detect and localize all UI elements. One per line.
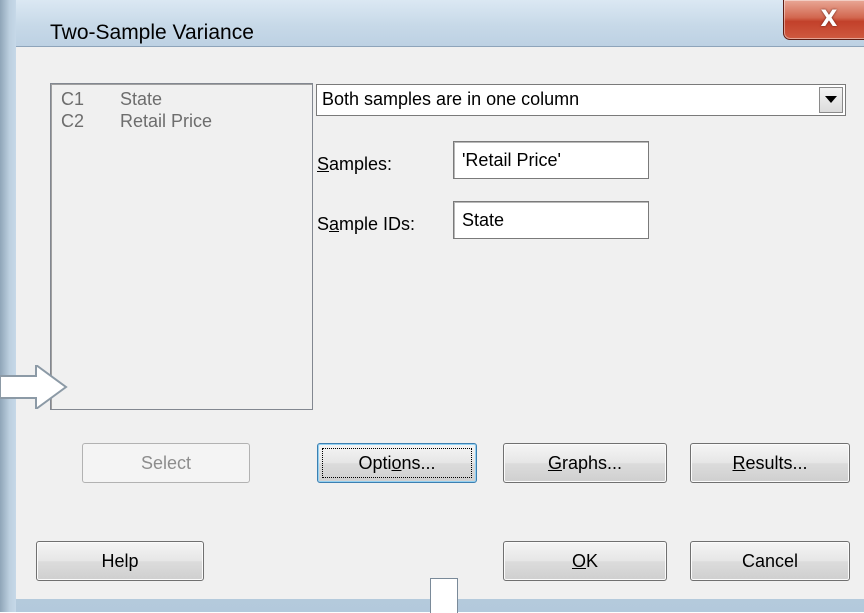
- graphs-button-label: Graphs...: [547, 452, 623, 473]
- help-button-label: Help: [101, 550, 139, 571]
- sample-ids-value: State: [462, 210, 505, 230]
- focus-rect: [322, 448, 472, 478]
- arrow-right-icon: [0, 365, 68, 409]
- column-id: C1: [61, 89, 85, 109]
- sample-ids-input[interactable]: State: [453, 201, 649, 239]
- close-button[interactable]: X: [783, 0, 864, 40]
- ok-button-label: OK: [571, 550, 599, 571]
- column-id: C2: [61, 111, 85, 131]
- results-button[interactable]: Results...: [690, 443, 850, 483]
- samples-input[interactable]: 'Retail Price': [453, 141, 649, 179]
- column-name: State: [120, 89, 163, 109]
- list-item[interactable]: C2 Retail Price: [51, 110, 310, 132]
- help-button[interactable]: Help: [36, 541, 204, 581]
- window-frame-edge: [0, 0, 16, 612]
- title-bar[interactable]: Two-Sample Variance X: [16, 0, 864, 46]
- select-button-label: Select: [140, 452, 192, 473]
- ok-button[interactable]: OK: [503, 541, 667, 581]
- callout-connector: [430, 578, 458, 613]
- select-button[interactable]: Select: [82, 443, 250, 483]
- sample-layout-dropdown[interactable]: Both samples are in one column: [316, 84, 846, 116]
- sample-ids-label: Sample IDs:: [317, 214, 416, 234]
- variable-list[interactable]: C1 State C2 Retail Price: [50, 83, 313, 410]
- dropdown-button[interactable]: [819, 87, 843, 113]
- close-icon: X: [820, 7, 838, 32]
- list-item[interactable]: C1 State: [51, 88, 310, 110]
- cancel-button-label: Cancel: [741, 550, 799, 571]
- column-name: Retail Price: [120, 111, 213, 131]
- dialog-window: Two-Sample Variance X C1 State C2 Retail…: [0, 0, 864, 613]
- graphs-button[interactable]: Graphs...: [503, 443, 667, 483]
- dropdown-selected-value: Both samples are in one column: [322, 89, 580, 109]
- results-button-label: Results...: [732, 452, 808, 473]
- samples-label: Samples:: [317, 154, 393, 174]
- window-title: Two-Sample Variance: [50, 21, 254, 44]
- options-button[interactable]: Options...: [317, 443, 477, 483]
- samples-value: 'Retail Price': [462, 150, 561, 170]
- cancel-button[interactable]: Cancel: [690, 541, 850, 581]
- chevron-down-icon: [825, 96, 837, 103]
